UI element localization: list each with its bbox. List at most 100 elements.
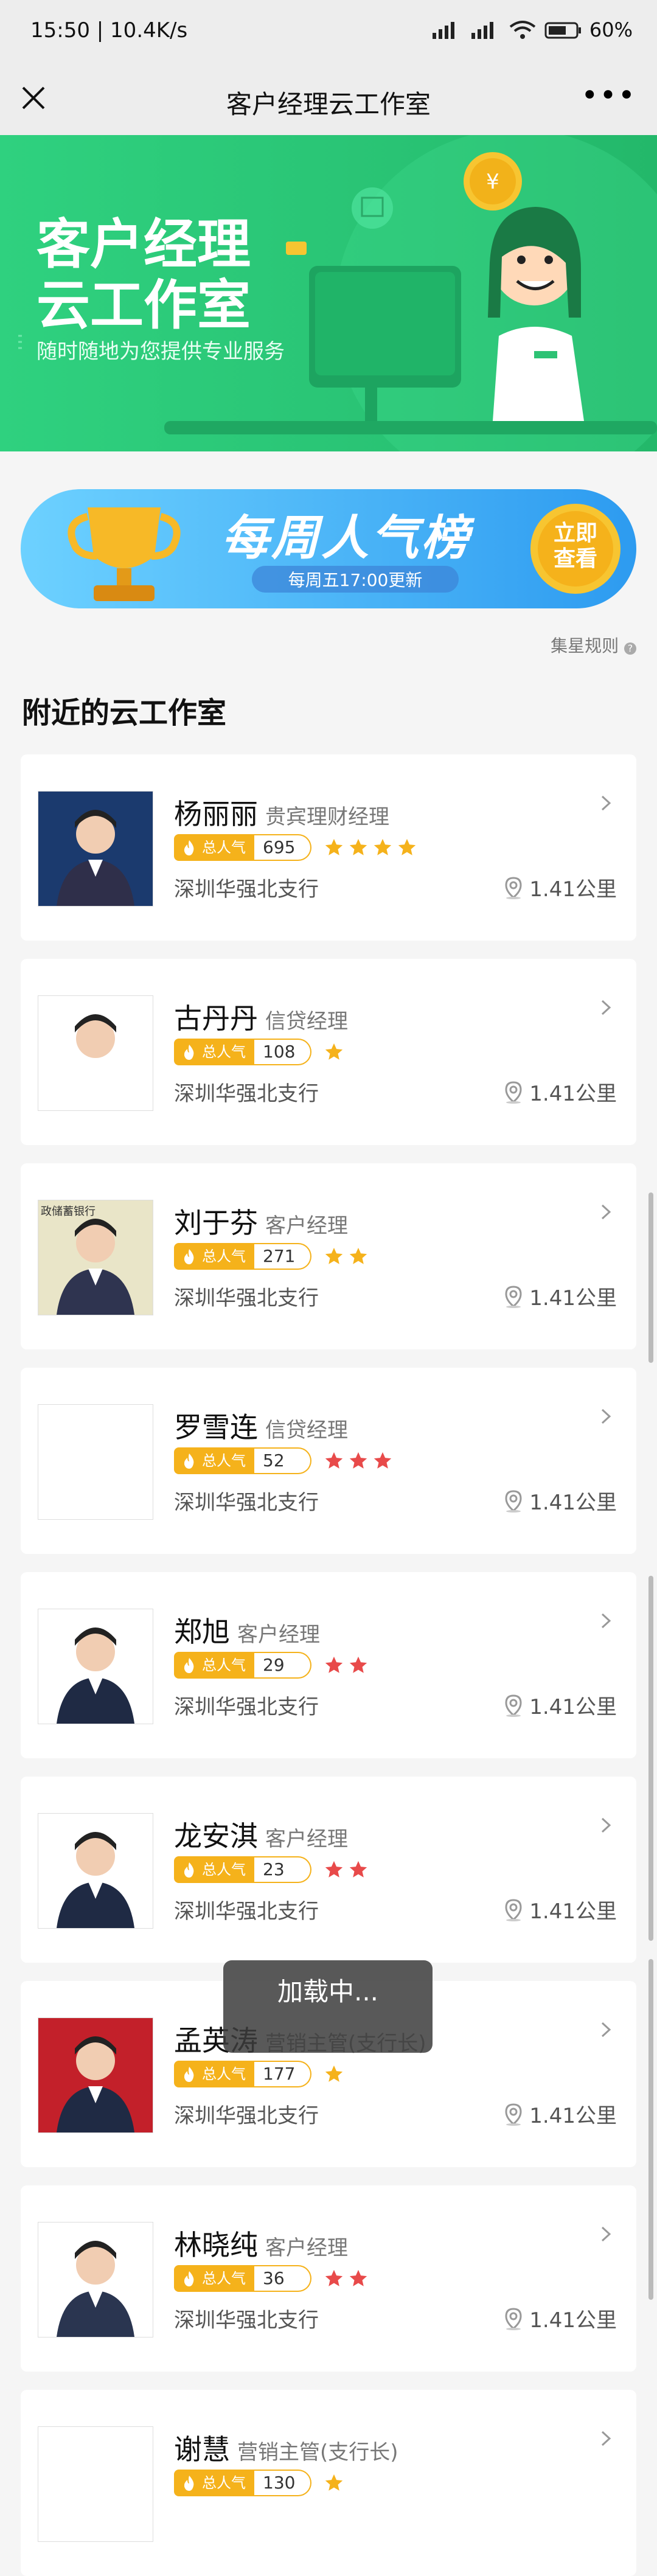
manager-photo <box>38 2017 153 2133</box>
location-pin-icon <box>505 1285 522 1308</box>
location-pin-icon <box>505 876 522 899</box>
chevron-right-icon[interactable] <box>597 999 614 1016</box>
star-icon <box>349 838 367 855</box>
studio-card[interactable]: 林晓纯 客户经理 总人气 36 深圳华强北支行 1.41公里 <box>21 2185 636 2372</box>
popularity-score: 177 <box>254 2061 311 2087</box>
hero-title-line1: 客户经理 <box>36 213 251 276</box>
popularity-badge: 总人气 29 <box>174 1651 369 1679</box>
fire-icon <box>184 840 194 855</box>
page-title: 客户经理云工作室 <box>226 89 431 119</box>
popularity-score: 52 <box>254 1447 311 1474</box>
distance: 1.41公里 <box>502 1077 617 1107</box>
manager-photo <box>38 1404 153 1520</box>
branch-name: 深圳华强北支行 <box>174 1286 319 1311</box>
manager-name: 古丹丹 <box>174 1002 258 1035</box>
chevron-right-icon[interactable] <box>597 1612 614 1629</box>
manager-name: 刘于芬 <box>174 1206 258 1239</box>
studio-card[interactable]: 杨丽丽 贵宾理财经理 总人气 695 深圳华强北支行 1.41公里 <box>21 754 636 941</box>
view-now-button[interactable]: 立即 查看 <box>538 521 613 572</box>
hero-banner: ¥ 客户经理 云工作室 随时随地为您提供专业服务 <box>0 135 657 451</box>
star-icon <box>349 1452 367 1469</box>
coin-symbol: ¥ <box>486 170 499 194</box>
star-rating <box>324 1450 393 1471</box>
distance: 1.41公里 <box>502 1281 617 1311</box>
branch-name: 深圳华强北支行 <box>174 2308 319 2333</box>
chevron-right-icon[interactable] <box>597 2430 614 2447</box>
popularity-score: 23 <box>254 1856 311 1883</box>
star-icon <box>325 1861 343 1878</box>
star-icon <box>325 1247 343 1264</box>
signal-icon <box>432 22 454 39</box>
location-pin-icon <box>505 1081 522 1104</box>
star-icon <box>374 1452 392 1469</box>
studio-card[interactable]: 龙安淇 客户经理 总人气 23 深圳华强北支行 1.41公里 <box>21 1777 636 1963</box>
photo-sign-text: 政储蓄银行 <box>41 1205 96 1218</box>
star-icon <box>349 1247 367 1264</box>
popularity-badge: 总人气 695 <box>174 834 417 862</box>
fire-icon <box>184 1453 194 1469</box>
popularity-score: 130 <box>254 2470 311 2496</box>
weekly-ranking-banner[interactable]: 每周人气榜 每周五17:00更新 立即 查看 <box>21 489 636 608</box>
wifi-icon <box>509 21 536 39</box>
chevron-right-icon[interactable] <box>597 2226 614 2243</box>
scrollbar[interactable] <box>648 1192 653 1363</box>
studio-card[interactable]: 郑旭 客户经理 总人气 29 深圳华强北支行 1.41公里 <box>21 1572 636 1758</box>
popularity-score: 695 <box>254 834 311 861</box>
banner-title: 每周人气榜 <box>221 511 471 566</box>
star-icon <box>349 1861 367 1878</box>
star-icon <box>325 2269 343 2286</box>
section-title: 附近的云工作室 <box>22 696 227 730</box>
battery-level: 60% <box>589 18 633 41</box>
manager-photo <box>38 2426 153 2542</box>
distance: 1.41公里 <box>502 1486 617 1516</box>
fire-icon <box>184 1658 194 1673</box>
star-rules-link[interactable]: 集星规则 ? <box>551 633 636 657</box>
popularity-score: 29 <box>254 1652 311 1679</box>
studio-card[interactable]: 罗雪连 信贷经理 总人气 52 深圳华强北支行 1.41公里 <box>21 1368 636 1554</box>
chevron-right-icon[interactable] <box>597 2021 614 2038</box>
status-time: 15:50 | 10.4K/s <box>30 18 188 43</box>
manager-photo <box>38 791 153 907</box>
more-icon[interactable]: ••• <box>581 81 636 110</box>
star-icon <box>325 2065 343 2082</box>
hero-subtitle: 随时随地为您提供专业服务 <box>36 339 285 364</box>
branch-name: 深圳华强北支行 <box>174 2104 319 2128</box>
manager-role: 信贷经理 <box>265 1009 348 1034</box>
branch-name: 深圳华强北支行 <box>174 1899 319 1924</box>
popularity-badge: 总人气 108 <box>174 1038 344 1066</box>
branch-name: 深圳华强北支行 <box>174 1491 319 1515</box>
fire-icon <box>184 2067 194 2082</box>
popularity-score: 108 <box>254 1039 311 1065</box>
hero-title-line2: 云工作室 <box>36 274 251 336</box>
popularity-score: 271 <box>254 1243 311 1270</box>
star-rating <box>324 1246 369 1267</box>
manager-role: 客户经理 <box>265 2236 348 2260</box>
star-icon <box>325 838 343 855</box>
scrollbar[interactable] <box>648 1576 653 1941</box>
help-icon: ? <box>624 642 636 655</box>
branch-name: 深圳华强北支行 <box>174 1082 319 1106</box>
chevron-right-icon[interactable] <box>597 1203 614 1220</box>
distance: 1.41公里 <box>502 2303 617 2333</box>
fire-icon <box>184 1249 194 1264</box>
chevron-right-icon[interactable] <box>597 1817 614 1834</box>
popularity-badge: 总人气 23 <box>174 1856 369 1884</box>
studio-card[interactable]: 谢慧 营销主管(支行长) 总人气 130 <box>21 2390 636 2576</box>
manager-photo <box>38 1813 153 1929</box>
location-pin-icon <box>505 2307 522 2330</box>
manager-role: 客户经理 <box>265 1214 348 1238</box>
star-icon <box>349 2269 367 2286</box>
star-icon <box>349 1656 367 1673</box>
distance: 1.41公里 <box>502 2099 617 2129</box>
status-bar: 15:50 | 10.4K/s 60% <box>0 0 657 63</box>
battery-icon <box>544 22 581 39</box>
scrollbar[interactable] <box>648 1959 653 2300</box>
manager-role: 客户经理 <box>265 1827 348 1851</box>
star-rating <box>324 837 417 858</box>
fire-icon <box>184 2271 194 2286</box>
chevron-right-icon[interactable] <box>597 1408 614 1425</box>
manager-role: 信贷经理 <box>265 1418 348 1443</box>
studio-card[interactable]: 古丹丹 信贷经理 总人气 108 深圳华强北支行 1.41公里 <box>21 959 636 1145</box>
studio-card[interactable]: 政储蓄银行 刘于芬 客户经理 总人气 271 深圳华强北支行 1.41公里 <box>21 1163 636 1349</box>
chevron-right-icon[interactable] <box>597 795 614 812</box>
